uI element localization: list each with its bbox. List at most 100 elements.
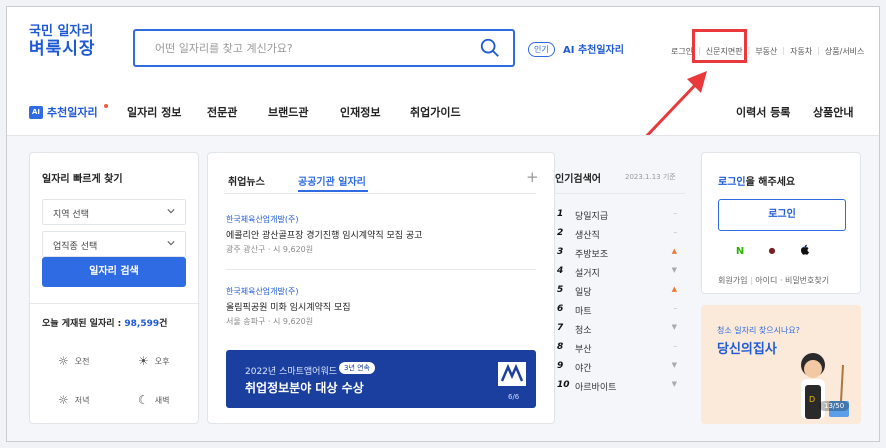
logo-line1: 국민 일자리 — [29, 24, 94, 39]
new-dot — [104, 104, 108, 108]
banner-badge: 3년 연속 — [339, 362, 375, 374]
trend-indicator: ▼ — [671, 361, 677, 369]
trend-indicator: ▲ — [671, 285, 677, 293]
nav-resume[interactable]: 이력서 등록 — [736, 104, 790, 120]
sunset-icon: ☼ — [58, 393, 69, 407]
trend-indicator: ▼ — [671, 266, 677, 274]
search-box[interactable]: 어떤 일자리를 찾고 계신가요? — [133, 29, 515, 67]
job-meta: 광주 광산구 · 시 9,620원 — [226, 245, 314, 254]
ranking-number: 2 — [557, 228, 564, 238]
ranking-item[interactable]: 8 부산 – — [557, 342, 681, 356]
ranking-item[interactable]: 6 마트 – — [557, 304, 681, 318]
promo-banner[interactable]: 청소 일자리 찾으시나요? 당신의집사 D 13/50 — [701, 305, 861, 424]
nav-product-info[interactable]: 상품안내 — [813, 104, 853, 120]
top-link-products[interactable]: 상품/서비스 — [825, 46, 865, 57]
apple-login-icon[interactable] — [800, 244, 810, 256]
promo-question: 청소 일자리 찾으시나요? — [717, 326, 800, 335]
nav-guide[interactable]: 취업가이드 — [410, 104, 461, 120]
ranking-number: 5 — [557, 285, 564, 295]
ai-recommend-link[interactable]: AI 추천일자리 — [563, 41, 624, 56]
ranking-word: 설거지 — [575, 269, 600, 279]
signup-link[interactable]: 회원가입 — [718, 276, 747, 285]
ranking-number: 1 — [557, 209, 564, 219]
sun-icon: ☀ — [138, 354, 149, 368]
tab-news[interactable]: 취업뉴스 — [228, 173, 265, 188]
job-meta: 서울 송파구 · 시 9,620원 — [226, 317, 314, 326]
moon-icon: ☾ — [138, 393, 149, 407]
category-select[interactable]: 업직종 선택 — [42, 231, 186, 257]
chevron-down-icon — [167, 209, 175, 214]
ranking-word: 부산 — [575, 345, 592, 355]
ranking-number: 7 — [557, 323, 564, 333]
ranking-item[interactable]: 1 당일지급 – — [557, 209, 681, 223]
banner-line2: 취업정보분야 대상 수상 — [245, 381, 364, 395]
login-prompt: 로그인을 해주세요 — [718, 173, 795, 188]
trend-indicator: – — [673, 342, 678, 350]
ranking-word: 청소 — [575, 326, 592, 336]
account-links: 회원가입 | 아이디 · 비밀번호찾기 — [718, 275, 829, 286]
nav-specialty[interactable]: 전문관 — [207, 104, 237, 120]
region-select[interactable]: 지역 선택 — [42, 199, 186, 225]
ranking-word: 마트 — [575, 307, 592, 317]
divider — [555, 193, 685, 194]
trend-indicator: – — [673, 209, 678, 217]
ranking-item[interactable]: 3 주방보조 ▲ — [557, 247, 681, 261]
category-select-value: 업직종 선택 — [53, 242, 98, 252]
ranking-item[interactable]: 9 야간 ▼ — [557, 361, 681, 375]
time-slot-dawn[interactable]: ☾ 새벽 — [138, 393, 170, 407]
ranking-item[interactable]: 2 생산직 – — [557, 228, 681, 242]
separator: | — [817, 46, 820, 55]
logo-line2: 벼룩시장 — [29, 38, 96, 59]
kakao-login-icon[interactable]: ● — [756, 246, 788, 255]
separator: | — [782, 46, 786, 55]
ranking-item[interactable]: 5 일당 ▲ — [557, 285, 681, 299]
site-logo[interactable]: 국민 일자리 벼룩시장 — [29, 24, 96, 59]
time-slot-label: 새벽 — [154, 395, 170, 405]
tab-public-jobs[interactable]: 공공기관 일자리 — [298, 173, 366, 188]
nav-brand[interactable]: 브랜드관 — [268, 104, 308, 120]
job-title: 에콜리안 광산골프장 경기진행 임시계약직 모집 공고 — [226, 231, 423, 241]
award-banner[interactable]: 2022년 스마트앱어워드 3년 연속 취업정보분야 대상 수상 6/6 — [226, 350, 536, 408]
login-prompt-link[interactable]: 로그인 — [718, 177, 746, 188]
find-account-link[interactable]: 아이디 · 비밀번호찾기 — [755, 276, 829, 285]
chevron-down-icon — [167, 241, 175, 246]
nav-talent[interactable]: 인재정보 — [340, 104, 380, 120]
login-panel: 로그인을 해주세요 로그인 N ● f 회원가입 | 아이디 · 비밀번호찾기 — [701, 152, 861, 294]
separator: | — [750, 276, 753, 285]
ranking-item[interactable]: 10 아르바이트 ▼ — [557, 380, 681, 394]
job-search-button[interactable]: 일자리 검색 — [42, 257, 186, 287]
time-slot-label: 오후 — [154, 356, 170, 366]
today-count: 오늘 게재된 일자리 : 98,599건 — [42, 316, 167, 329]
cleaner-illustration: D — [801, 353, 849, 419]
login-prompt-rest: 을 해주세요 — [745, 177, 796, 188]
trend-indicator: ▲ — [671, 247, 677, 255]
active-tab-underline — [298, 190, 368, 192]
ranking-number: 8 — [557, 342, 564, 352]
more-plus-icon[interactable]: + — [526, 168, 539, 186]
news-panel: 취업뉴스 공공기관 일자리 + 한국체육산업개발(주) 에콜리안 광산골프장 경… — [207, 152, 555, 424]
job-title: 올림픽공원 미화 임시계약직 모집 — [226, 303, 351, 313]
naver-login-icon[interactable]: N — [724, 246, 756, 257]
nav-job-info[interactable]: 일자리 정보 — [127, 104, 181, 120]
time-slot-evening[interactable]: ☼ 저녁 — [58, 393, 90, 407]
ranking-item[interactable]: 7 청소 ▼ — [557, 323, 681, 337]
ai-badge: AI — [29, 106, 43, 119]
ranking-number: 3 — [557, 247, 564, 257]
ranking-number: 10 — [557, 380, 570, 390]
login-button[interactable]: 로그인 — [718, 199, 846, 231]
time-slot-afternoon[interactable]: ☀ 오후 — [138, 354, 170, 368]
top-link-login[interactable]: 로그인 — [671, 46, 693, 57]
popular-pill: 인기 — [528, 42, 555, 57]
time-slot-morning[interactable]: ☼ 오전 — [58, 354, 90, 368]
sunrise-icon: ☼ — [58, 354, 69, 368]
today-unit: 건 — [159, 319, 168, 329]
ranking-item[interactable]: 4 설거지 ▼ — [557, 266, 681, 280]
top-link-realestate[interactable]: 부동산 — [755, 46, 777, 57]
quick-search-panel: 일자리 빠르게 찾기 지역 선택 업직종 선택 일자리 검색 오늘 게재된 일자… — [29, 152, 200, 424]
search-icon[interactable] — [479, 37, 501, 59]
ranking-date: 2023.1.13 기준 — [625, 173, 676, 181]
nav-ai-recommend[interactable]: 추천일자리 — [47, 104, 98, 120]
quick-search-title: 일자리 빠르게 찾기 — [42, 174, 123, 185]
ranking-title: 인기검색어 — [555, 174, 601, 185]
top-link-car[interactable]: 자동차 — [790, 46, 812, 57]
